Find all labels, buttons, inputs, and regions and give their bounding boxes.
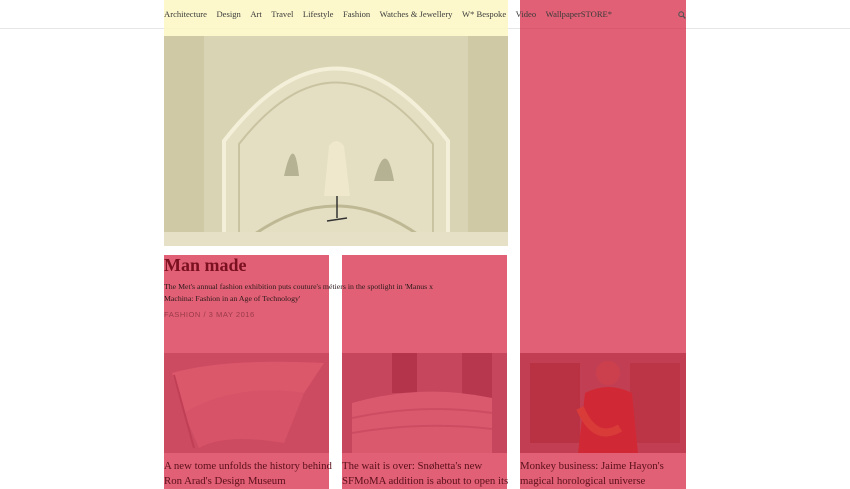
nav-item-travel[interactable]: Travel — [271, 9, 293, 23]
nav-item-design[interactable]: Design — [216, 9, 240, 23]
nav-item-video[interactable]: Video — [516, 9, 537, 23]
nav-item-lifestyle[interactable]: Lifestyle — [303, 9, 334, 23]
overlay-right-column — [520, 0, 686, 489]
card-title-book[interactable]: A new tome unfolds the history behind Ro… — [164, 459, 332, 489]
card-title-sfmoma[interactable]: The wait is over: Snøhetta's new SFMoMA … — [342, 459, 510, 489]
nav-item-watches-jewellery[interactable]: Watches & Jewellery — [380, 9, 453, 23]
hero-image[interactable] — [164, 36, 508, 246]
hero-meta: FASHION / 3 MAY 2016 — [164, 310, 255, 319]
hero-title[interactable]: Man made — [164, 255, 247, 276]
nav-item-fashion[interactable]: Fashion — [343, 9, 370, 23]
nav-item-bespoke[interactable]: W* Bespoke — [462, 9, 506, 23]
nav-menu: Architecture Design Art Travel Lifestyle… — [164, 9, 612, 23]
hero-subtitle: The Met's annual fashion exhibition puts… — [164, 282, 434, 303]
nav-item-architecture[interactable]: Architecture — [164, 9, 207, 23]
card-title-hayon[interactable]: Monkey business: Jaime Hayon's magical h… — [520, 459, 688, 489]
search-icon[interactable] — [678, 11, 686, 19]
nav-item-store[interactable]: WallpaperSTORE* — [546, 9, 612, 23]
nav-item-art[interactable]: Art — [250, 9, 261, 23]
